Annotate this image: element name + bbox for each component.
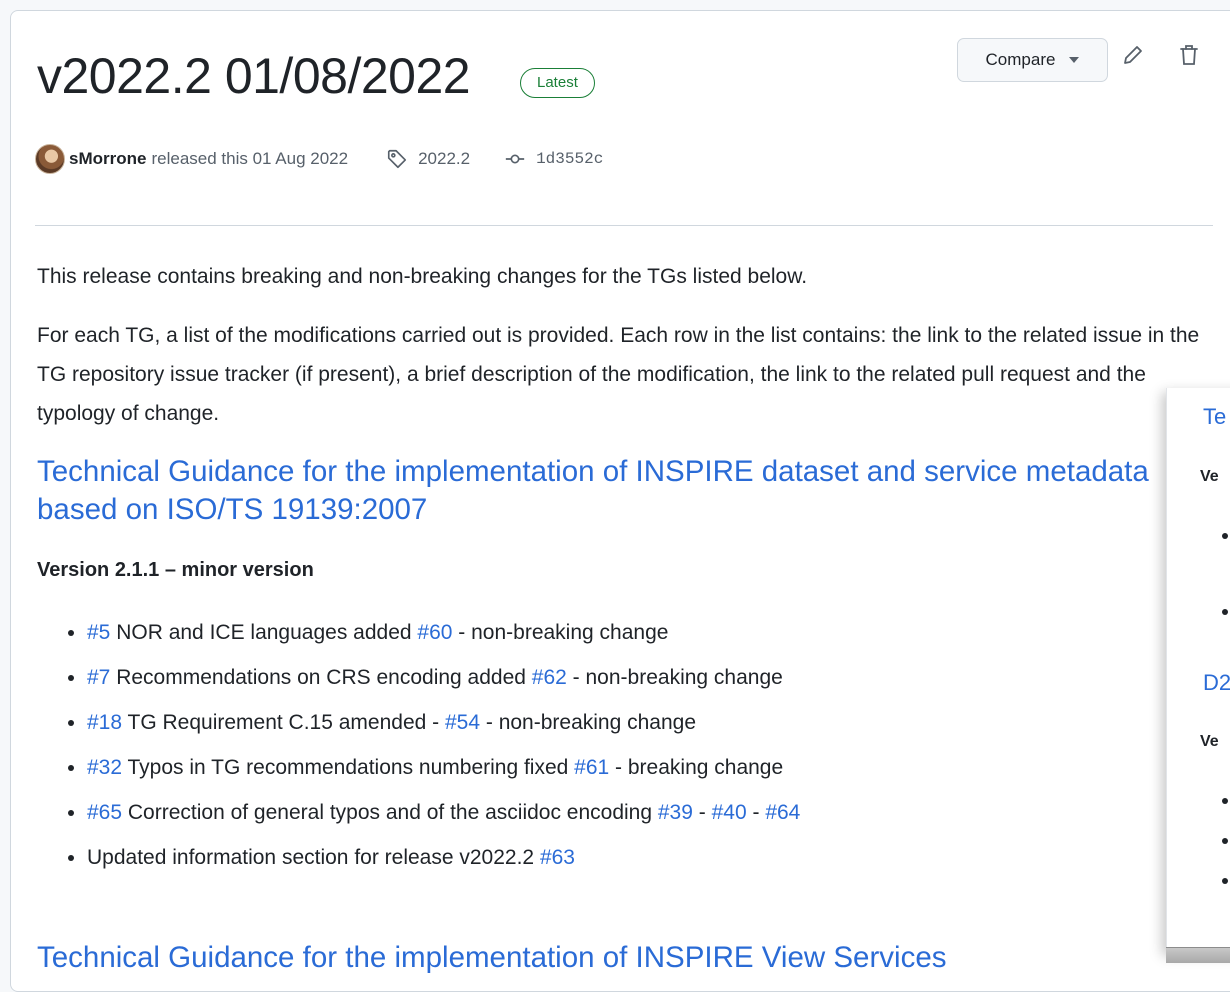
- release-notes: This release contains breaking and non-b…: [37, 257, 1217, 880]
- changes-list: #5 NOR and ICE languages added #60 - non…: [37, 610, 1217, 880]
- list-item: #5 NOR and ICE languages added #60 - non…: [87, 610, 1217, 655]
- overlay-bullet: [1222, 878, 1228, 884]
- trash-icon[interactable]: [1177, 43, 1201, 67]
- overlay-bullet: [1222, 609, 1228, 615]
- release-meta: sMorrone released this 01 Aug 2022 2022.…: [35, 144, 603, 174]
- divider: [35, 225, 1213, 226]
- issue-link[interactable]: #32: [87, 756, 122, 779]
- version-label: Version 2.1.1 – minor version: [37, 559, 314, 581]
- pencil-icon[interactable]: [1121, 43, 1145, 67]
- pr-link[interactable]: #54: [445, 711, 480, 734]
- issue-link[interactable]: #5: [87, 621, 110, 644]
- list-item: #7 Recommendations on CRS encoding added…: [87, 655, 1217, 700]
- overlay-version: Ve: [1200, 733, 1219, 750]
- pr-link[interactable]: #39: [658, 801, 693, 824]
- overlay-window[interactable]: Te Ve D2 Ve: [1166, 388, 1230, 952]
- overlay-bullet: [1222, 798, 1228, 804]
- tag-icon: [388, 149, 407, 169]
- pr-link[interactable]: #64: [765, 801, 800, 824]
- description-paragraph: For each TG, a list of the modifications…: [37, 324, 1200, 425]
- overlay-bullet: [1222, 533, 1228, 539]
- issue-link[interactable]: #65: [87, 801, 122, 824]
- git-commit-icon: [505, 154, 525, 164]
- overlay-heading[interactable]: Te: [1203, 404, 1226, 430]
- pr-link[interactable]: #63: [540, 846, 575, 869]
- avatar[interactable]: [35, 144, 65, 174]
- pr-link[interactable]: #60: [417, 621, 452, 644]
- release-title[interactable]: v2022.2 01/08/2022: [37, 47, 471, 105]
- released-text: released this 01 Aug 2022: [151, 149, 349, 168]
- pr-link[interactable]: #62: [532, 666, 567, 689]
- compare-label: Compare: [985, 50, 1056, 69]
- caret-down-icon: [1069, 57, 1080, 63]
- overlay-version: Ve: [1200, 468, 1219, 485]
- pr-link[interactable]: #40: [712, 801, 747, 824]
- list-item: #32 Typos in TG recommendations numberin…: [87, 745, 1217, 790]
- overlay-heading[interactable]: D2: [1203, 670, 1230, 696]
- release-card: v2022.2 01/08/2022 Latest Compare sMorro…: [10, 10, 1230, 992]
- horizontal-scrollbar[interactable]: [1166, 947, 1230, 963]
- section-heading-view-services[interactable]: Technical Guidance for the implementatio…: [37, 939, 946, 977]
- intro-paragraph: This release contains breaking and non-b…: [37, 265, 808, 288]
- tag-link[interactable]: 2022.2: [418, 149, 470, 169]
- list-item: #18 TG Requirement C.15 amended - #54 - …: [87, 700, 1217, 745]
- commit-link[interactable]: 1d3552c: [536, 150, 603, 168]
- section-heading-metadata[interactable]: Technical Guidance for the implementatio…: [37, 453, 1217, 529]
- list-item: #65 Correction of general typos and of t…: [87, 790, 1217, 835]
- issue-link[interactable]: #7: [87, 666, 110, 689]
- issue-link[interactable]: #18: [87, 711, 122, 734]
- overlay-bullet: [1222, 838, 1228, 844]
- author-link[interactable]: sMorrone: [69, 149, 146, 169]
- list-item: Updated information section for release …: [87, 835, 1217, 880]
- pr-link[interactable]: #61: [574, 756, 609, 779]
- latest-badge: Latest: [520, 68, 595, 98]
- compare-button[interactable]: Compare: [957, 38, 1108, 82]
